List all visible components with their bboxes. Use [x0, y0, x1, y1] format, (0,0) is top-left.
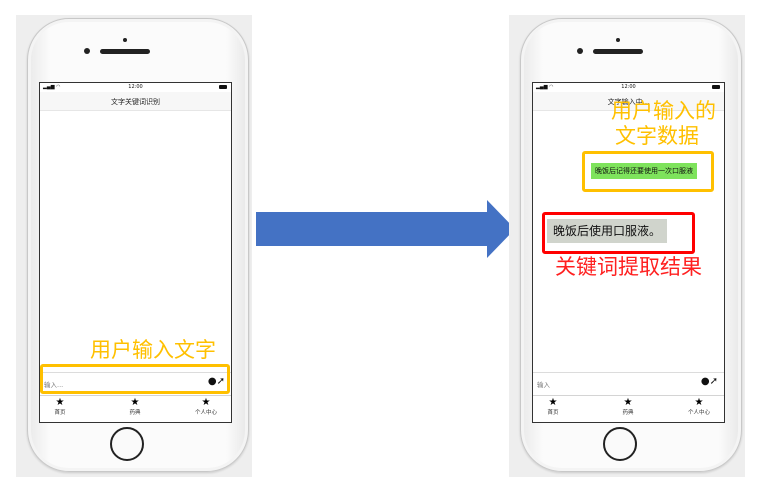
highlight-input-box [40, 364, 230, 394]
earpiece-speaker [100, 49, 150, 54]
nav-title: 文字关键词识别 [40, 92, 231, 111]
highlight-user-message-box [582, 151, 714, 192]
battery-icon [712, 85, 720, 89]
tab-pharmacopoeia[interactable]: ★ 药典 [115, 397, 155, 417]
star-icon: ★ [694, 397, 704, 408]
star-icon: ★ [55, 397, 65, 408]
input-placeholder[interactable]: 输入 [537, 379, 550, 389]
status-time: 12:00 [128, 84, 143, 90]
status-bar: ▂▄▆ ◠ 12:00 [40, 83, 231, 92]
message-input-bar[interactable]: 输入 ●➚ [533, 372, 724, 395]
tab-profile[interactable]: ★ 个人中心 [186, 397, 226, 417]
annotation-user-data-line2: 文字数据 [615, 124, 699, 148]
tab-label: 药典 [622, 410, 634, 416]
phone-sensor-dot [123, 38, 127, 42]
tab-label: 首页 [54, 410, 66, 416]
star-icon: ★ [548, 397, 558, 408]
star-icon: ★ [201, 397, 211, 408]
annotation-user-input-text: 用户输入文字 [90, 338, 216, 362]
battery-icon [219, 85, 227, 89]
tab-bar: ★ 首页 ★ 药典 ★ 个人中心 [40, 395, 231, 422]
status-time: 12:00 [621, 84, 636, 90]
send-icon[interactable]: ●➚ [701, 376, 718, 387]
status-bar: ▂▄▆ ◠ 12:00 [533, 83, 724, 92]
left-phone: ▂▄▆ ◠ 12:00 文字关键词识别 输入... ●➚ ★ 首页 ★ 药典 ★… [27, 18, 249, 472]
tab-profile[interactable]: ★ 个人中心 [679, 397, 719, 417]
tab-label: 药典 [129, 410, 141, 416]
tab-pharmacopoeia[interactable]: ★ 药典 [608, 397, 648, 417]
flow-arrow-body [256, 212, 488, 246]
earpiece-speaker [593, 49, 643, 54]
annotation-keyword-result: 关键词提取结果 [555, 255, 702, 279]
front-camera [577, 48, 583, 54]
tab-bar: ★ 首页 ★ 药典 ★ 个人中心 [533, 395, 724, 422]
tab-label: 首页 [547, 410, 559, 416]
home-button[interactable] [603, 427, 637, 461]
front-camera [84, 48, 90, 54]
tab-home[interactable]: ★ 首页 [533, 397, 573, 417]
tab-home[interactable]: ★ 首页 [40, 397, 80, 417]
home-button[interactable] [110, 427, 144, 461]
star-icon: ★ [130, 397, 140, 408]
star-icon: ★ [623, 397, 633, 408]
phone-sensor-dot [616, 38, 620, 42]
highlight-result-box [542, 212, 695, 254]
tab-label: 个人中心 [194, 410, 217, 416]
annotation-user-data-line1: 用户输入的 [611, 99, 716, 123]
tab-label: 个人中心 [687, 410, 710, 416]
